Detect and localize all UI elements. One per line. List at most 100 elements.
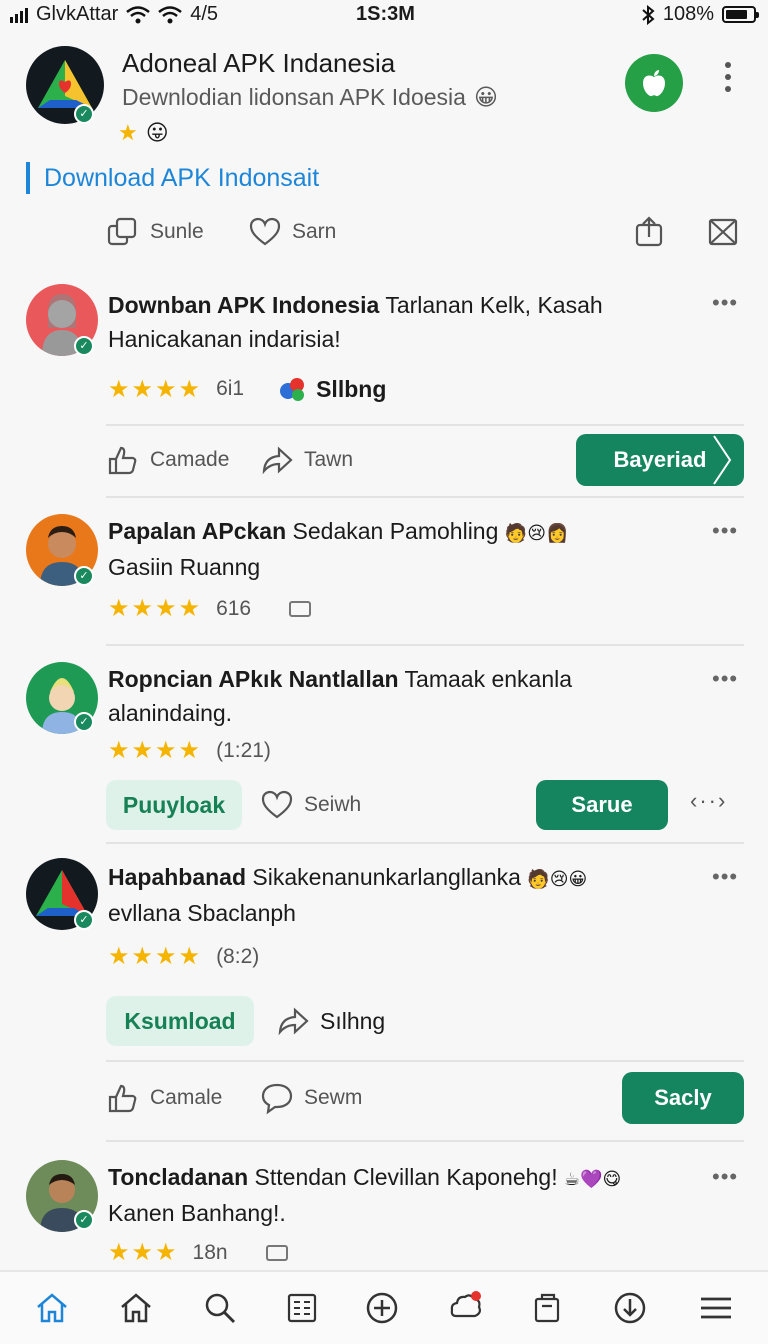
post-body-line2: evllana Sbaclanph: [108, 900, 296, 926]
chat-action[interactable]: Sewm: [260, 1081, 362, 1115]
bluetooth-icon: [642, 4, 655, 25]
comment-action[interactable]: Camade: [106, 443, 229, 477]
post-body-line2: alanindaing.: [108, 700, 233, 726]
post-body: Sttendan Clevillan Kaponehg!: [254, 1164, 558, 1190]
emoji-group-icon: ☕💜😋: [564, 1169, 622, 1189]
post-body-line2: Hanicakanan indarisia!: [108, 326, 341, 352]
divider: [106, 1140, 744, 1142]
forward-action[interactable]: Tawn: [260, 443, 353, 477]
nav-menu-icon[interactable]: [698, 1290, 738, 1330]
divider: [106, 644, 744, 646]
post-text: Downban APK Indonesia Tarlanan Kelk, Kas…: [108, 288, 708, 356]
forward-action[interactable]: Sılhng: [276, 1004, 385, 1038]
clock: 1S:3M: [356, 3, 415, 25]
stars-icon: ★★★★: [108, 943, 203, 970]
nav-clipboard-icon[interactable]: [530, 1290, 570, 1330]
post-author[interactable]: Downban APK Indonesia: [108, 292, 379, 318]
heart-icon: [261, 790, 293, 819]
thumbs-up-icon: [108, 446, 137, 475]
post-rating: ★★★★ 616: [108, 594, 312, 623]
app-action-row: Sunle Sarn: [0, 204, 768, 260]
stars-icon: ★★★: [108, 1239, 179, 1266]
post-more-icon[interactable]: •••: [712, 290, 738, 316]
code-icon[interactable]: ‹··›: [690, 788, 727, 814]
apple-icon: [643, 70, 665, 97]
post-body-line2: Kanen Banhang!.: [108, 1200, 286, 1226]
verified-badge-icon: ✓: [74, 336, 94, 356]
nav-add-icon[interactable]: [364, 1290, 404, 1330]
nav-notifications-icon[interactable]: [448, 1290, 488, 1330]
nav-home-icon[interactable]: [118, 1290, 158, 1330]
chat-bubble-icon: [261, 1083, 293, 1115]
post-rating: ★★★★ (1:21): [108, 736, 271, 765]
nav-home-active-icon[interactable]: [34, 1290, 74, 1330]
upload-action[interactable]: [632, 215, 666, 249]
post-more-icon[interactable]: •••: [712, 518, 738, 544]
divider: [106, 1060, 744, 1062]
post-action-row: Camade Tawn Bayeriad: [0, 432, 768, 488]
more-menu-icon[interactable]: [718, 58, 738, 98]
app-subtitle: Dewnlodian lidonsan APK Idoesia 😀: [122, 84, 498, 111]
download-apk-link[interactable]: Download APK Indonsait: [26, 162, 319, 194]
post-more-icon[interactable]: •••: [712, 666, 738, 692]
emoji-group-icon: 🧑😢👩: [504, 523, 569, 543]
download-soft-button[interactable]: Puuyloak: [106, 780, 242, 830]
download-button[interactable]: Bayeriad: [576, 434, 744, 486]
post-author[interactable]: Hapahbanad: [108, 864, 246, 890]
nav-search-icon[interactable]: [202, 1290, 242, 1330]
verified-badge-icon: ✓: [74, 712, 94, 732]
download-soft-button[interactable]: Ksumload: [106, 996, 254, 1046]
forward-arrow-icon: [278, 1007, 309, 1036]
post-rating: ★★★ 18n: [108, 1238, 288, 1267]
save-label: Seiwh: [304, 793, 362, 816]
comment-action[interactable]: Camale: [106, 1081, 222, 1115]
close-action[interactable]: [706, 215, 740, 249]
post-more-icon[interactable]: •••: [712, 864, 738, 890]
post-more-icon[interactable]: •••: [712, 1164, 738, 1190]
post-text: Hapahbanad Sikakenanunkarlangllanka 🧑😢😀 …: [108, 860, 708, 930]
status-extra: 4/5: [190, 3, 219, 25]
comment-box-icon[interactable]: [265, 1244, 288, 1261]
post-author[interactable]: Papalan APckan: [108, 518, 286, 544]
chevron-right-icon: [713, 435, 732, 485]
upload-icon: [635, 216, 663, 247]
grin-emoji-icon: 😀: [473, 84, 498, 110]
verified-badge-icon: ✓: [74, 104, 94, 124]
forward-label: Sılhng: [320, 1007, 386, 1034]
comment-label: Camade: [150, 448, 230, 471]
star-icon: ★: [118, 120, 138, 145]
save-action[interactable]: Sarn: [248, 215, 336, 249]
signal-icon: [10, 7, 28, 23]
stars-icon: ★★★★: [108, 375, 203, 403]
share-action[interactable]: Sunle: [106, 215, 204, 249]
forward-label: Tawn: [304, 448, 354, 471]
bottom-nav: [0, 1270, 768, 1344]
rating-count: (1:21): [216, 738, 271, 762]
post-body: Sikakenanunkarlangllanka: [252, 864, 521, 890]
divider: [106, 496, 744, 498]
comment-box-icon[interactable]: [289, 600, 312, 617]
emoji-group-icon: 🧑😢😀: [527, 869, 588, 889]
nav-download-icon[interactable]: [612, 1290, 652, 1330]
primary-button[interactable]: Sarue: [536, 780, 668, 830]
nav-calendar-icon[interactable]: [284, 1290, 324, 1330]
app-title: Adoneal APK Indanesia: [122, 48, 396, 78]
post-author[interactable]: Toncladanan: [108, 1164, 248, 1190]
verified-badge-icon: ✓: [74, 566, 94, 586]
battery-percent: 108%: [662, 3, 714, 25]
stars-icon: ★★★★: [108, 737, 203, 764]
rating-count: 616: [216, 596, 252, 620]
share-icon: [107, 217, 137, 246]
save-action[interactable]: Seiwh: [260, 788, 361, 822]
primary-button[interactable]: Sacly: [622, 1072, 744, 1124]
post-body: Tamaak enkanla: [404, 666, 573, 692]
app-subtitle-text: Dewnlodian lidonsan APK Idoesia: [122, 84, 466, 110]
app-rating: ★ 😛: [118, 120, 169, 146]
wifi-icon: [126, 5, 151, 23]
apple-button[interactable]: [625, 54, 683, 112]
share-label: Sunle: [150, 220, 204, 243]
badge[interactable]: Sllbng: [278, 374, 386, 404]
post-text: Papalan APckan Sedakan Pamohling 🧑😢👩 Gas…: [108, 514, 708, 584]
post-rating: ★★★★ 6i1 Sllbng: [108, 374, 386, 404]
post-author[interactable]: Ropncian APkık Nantlallan: [108, 666, 399, 692]
